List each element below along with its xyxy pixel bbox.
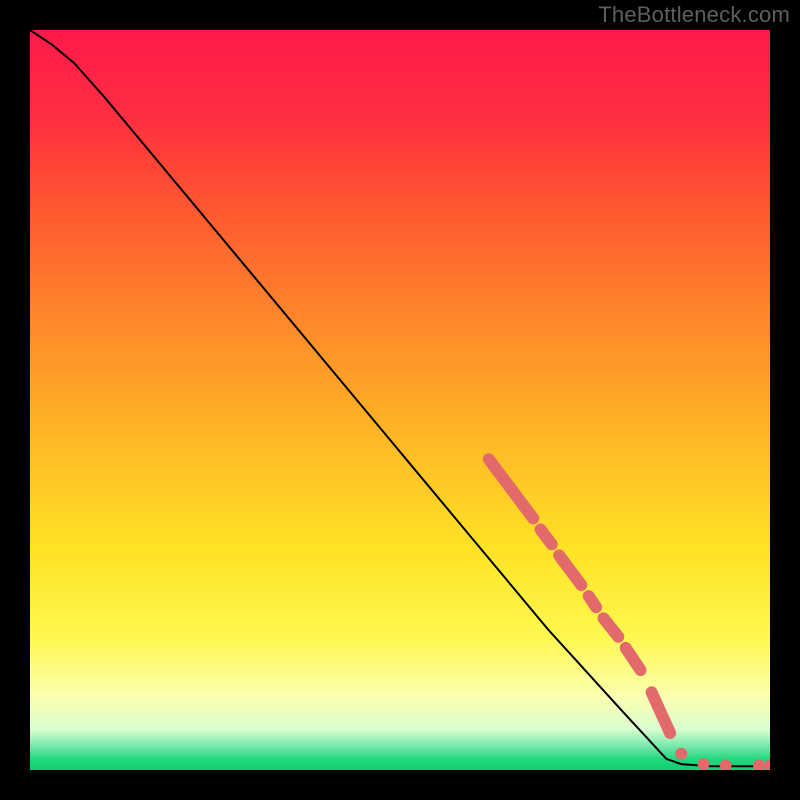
- marker-dot: [697, 758, 709, 770]
- plot-area: [30, 30, 770, 770]
- attribution-text: TheBottleneck.com: [598, 2, 790, 28]
- plot-svg: [30, 30, 770, 770]
- marker-dot: [675, 748, 687, 760]
- chart-frame: TheBottleneck.com: [0, 0, 800, 800]
- marker-segment: [589, 596, 596, 607]
